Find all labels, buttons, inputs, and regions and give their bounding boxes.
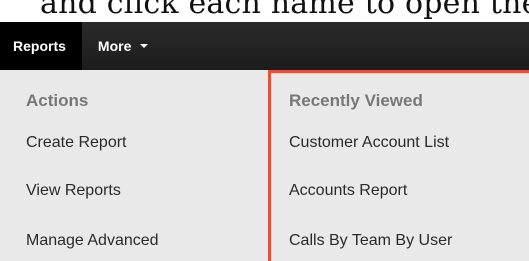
- recent-item-calls-by-team-by-user[interactable]: Calls By Team By User: [289, 232, 452, 250]
- menu-item-create-report[interactable]: Create Report: [26, 134, 127, 152]
- recent-item-customer-account-list[interactable]: Customer Account List: [289, 134, 449, 152]
- menu-item-manage-advanced[interactable]: Manage Advanced: [26, 232, 159, 250]
- reports-dropdown-menu: Actions Create Report View Reports Manag…: [0, 70, 529, 261]
- screenshot-page: and click each name to open the Reports …: [0, 0, 529, 261]
- tab-more[interactable]: More: [82, 22, 149, 70]
- top-navbar: Reports More: [0, 22, 529, 70]
- tab-reports[interactable]: Reports: [0, 22, 82, 70]
- tab-more-label: More: [97, 38, 132, 54]
- actions-column: Actions Create Report View Reports Manag…: [0, 70, 268, 261]
- chevron-down-icon: [140, 44, 149, 48]
- tab-reports-label: Reports: [13, 38, 66, 54]
- menu-item-view-reports[interactable]: View Reports: [26, 182, 121, 200]
- recently-viewed-heading: Recently Viewed: [289, 91, 423, 110]
- recent-item-accounts-report[interactable]: Accounts Report: [289, 182, 407, 200]
- actions-heading: Actions: [26, 91, 89, 110]
- instruction-text: and click each name to open the: [40, 0, 529, 21]
- recently-viewed-column: Recently Viewed Customer Account List Ac…: [268, 70, 529, 261]
